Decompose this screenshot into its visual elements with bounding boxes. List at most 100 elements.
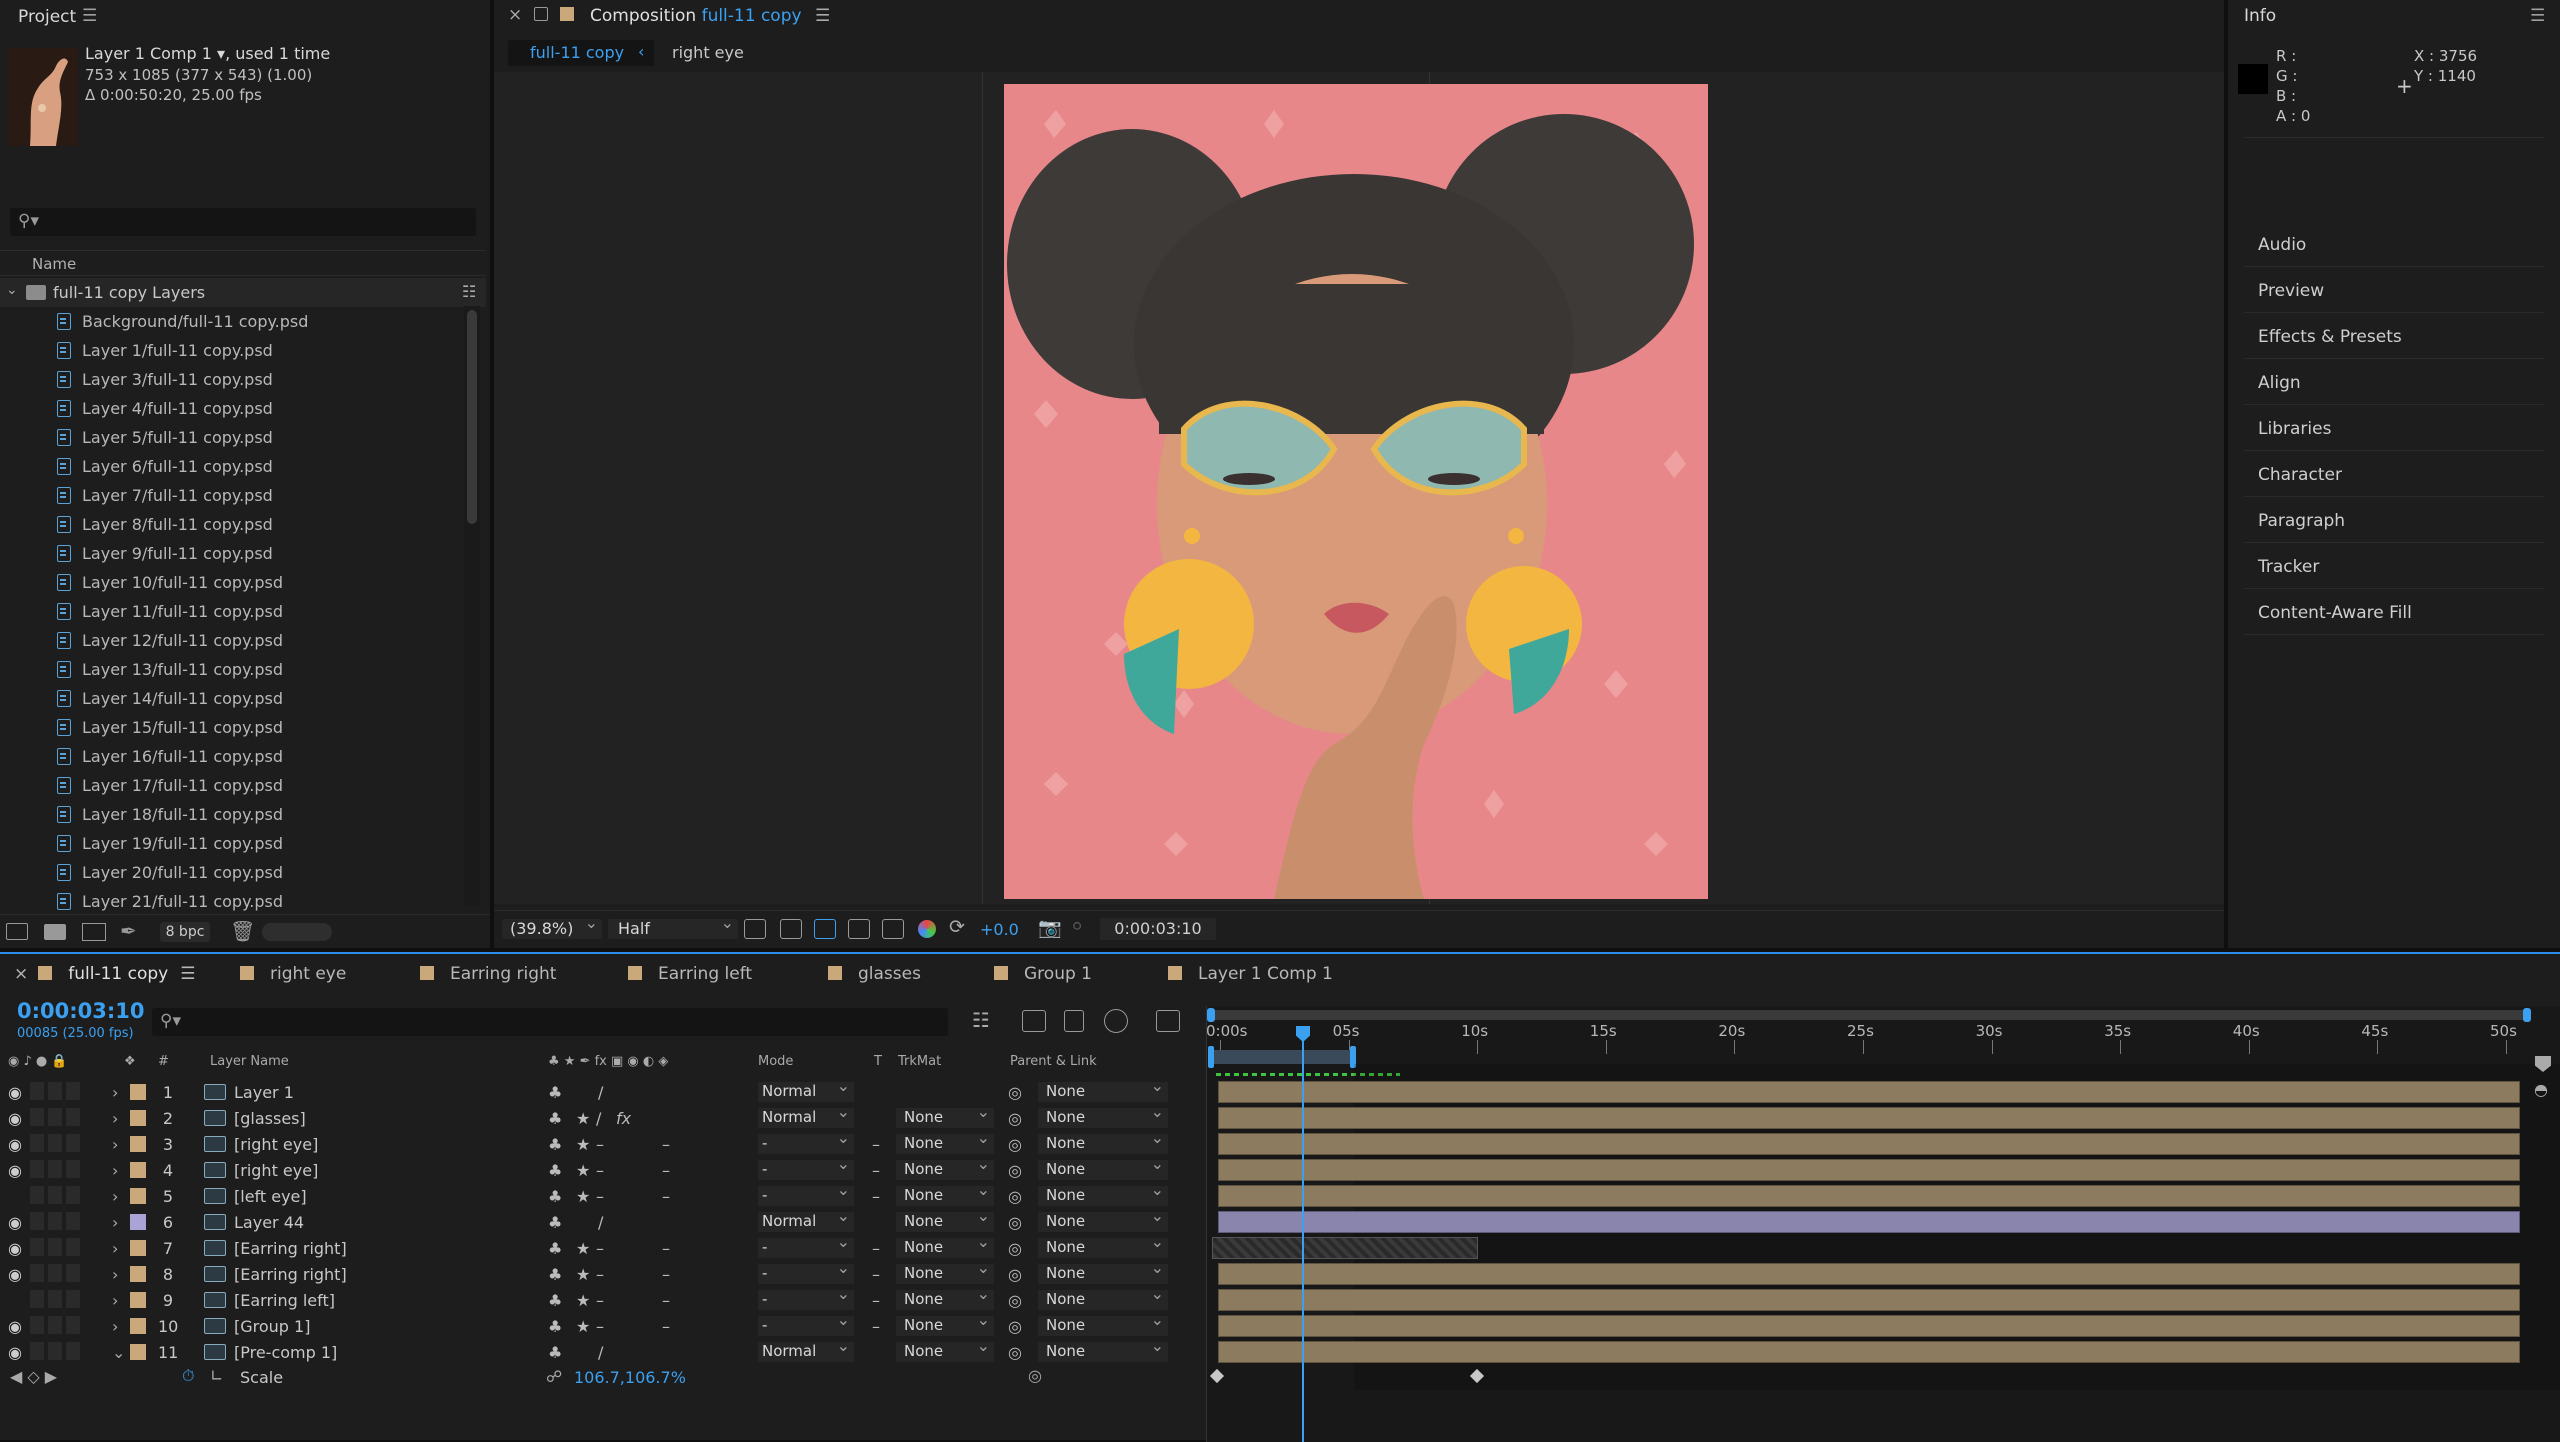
comp-name[interactable]: full-11 copy xyxy=(702,6,802,26)
mode-dropdown[interactable]: - xyxy=(758,1310,854,1336)
lock-switch[interactable] xyxy=(66,1160,80,1178)
visibility-eye-icon[interactable]: ◉ xyxy=(8,1343,22,1362)
adjustment-switch-icon[interactable]: – xyxy=(662,1161,670,1180)
layer-label-color[interactable] xyxy=(130,1084,146,1100)
work-area-bar[interactable] xyxy=(1208,1046,1356,1068)
audio-switch[interactable] xyxy=(30,1212,44,1230)
chevron-right-icon[interactable]: › xyxy=(112,1083,118,1102)
audio-switch[interactable] xyxy=(30,1290,44,1308)
project-file-item[interactable]: Layer 15/full-11 copy.psd xyxy=(0,713,462,742)
chevron-right-icon[interactable]: › xyxy=(112,1213,118,1232)
layer-name[interactable]: [right eye] xyxy=(234,1161,318,1180)
layer-label-color[interactable] xyxy=(130,1214,146,1230)
trkmat-dropdown[interactable]: None xyxy=(896,1232,994,1258)
visibility-eye-icon[interactable]: ◉ xyxy=(8,1317,22,1336)
lock-switch[interactable] xyxy=(66,1108,80,1126)
chevron-right-icon[interactable]: › xyxy=(112,1239,118,1258)
quality-slash-icon[interactable]: / xyxy=(598,1083,603,1102)
quality-switch-icon[interactable]: – xyxy=(596,1239,604,1258)
pickwhip-icon[interactable]: ◎ xyxy=(1008,1161,1022,1180)
layer-duration-bar[interactable] xyxy=(1218,1159,2520,1181)
audio-switch[interactable] xyxy=(30,1316,44,1334)
col-name[interactable]: Name xyxy=(32,255,76,273)
collapse-switch-icon[interactable]: ★ xyxy=(576,1109,590,1128)
project-file-item[interactable]: Layer 11/full-11 copy.psd xyxy=(0,597,462,626)
visibility-eye-icon[interactable]: ◉ xyxy=(8,1083,22,1102)
project-file-item[interactable]: Layer 7/full-11 copy.psd xyxy=(0,481,462,510)
trkmat-dropdown[interactable]: None xyxy=(896,1206,994,1232)
project-file-item[interactable]: Layer 5/full-11 copy.psd xyxy=(0,423,462,452)
trkmat-dropdown[interactable]: None xyxy=(896,1154,994,1180)
layer-duration-bar[interactable] xyxy=(1218,1315,2520,1337)
layer-row[interactable]: ◉ › 1 Layer 1 ♣ / Normal ◎ None xyxy=(0,1076,1200,1105)
panel-item-paragraph[interactable]: Paragraph xyxy=(2244,498,2544,543)
layer-duration-bar[interactable] xyxy=(1218,1341,2520,1363)
shy-switch-icon[interactable]: ♣ xyxy=(548,1291,562,1310)
chevron-right-icon[interactable]: › xyxy=(112,1135,118,1154)
layer-row[interactable]: ◉ › 6 Layer 44 ♣ / Normal None ◎ None xyxy=(0,1206,1200,1235)
adjustment-switch-icon[interactable]: – xyxy=(662,1239,670,1258)
quality-switch-icon[interactable]: – xyxy=(596,1317,604,1336)
motion-blur-icon[interactable] xyxy=(1104,1009,1128,1033)
project-file-item[interactable]: Layer 6/full-11 copy.psd xyxy=(0,452,462,481)
project-file-item[interactable]: Layer 13/full-11 copy.psd xyxy=(0,655,462,684)
solo-switch[interactable] xyxy=(48,1134,62,1152)
col-layer-name[interactable]: Layer Name xyxy=(210,1054,289,1069)
project-file-item[interactable]: Background/full-11 copy.psd xyxy=(0,307,462,336)
layer-label-color[interactable] xyxy=(130,1318,146,1334)
panel-item-align[interactable]: Align xyxy=(2244,360,2544,405)
audio-switch[interactable] xyxy=(30,1186,44,1204)
layer-name[interactable]: [Group 1] xyxy=(234,1317,310,1336)
solo-switch[interactable] xyxy=(48,1238,62,1256)
parent-dropdown[interactable]: None xyxy=(1038,1102,1168,1128)
layer-duration-bar[interactable] xyxy=(1218,1263,2520,1285)
pickwhip-icon[interactable]: ◎ xyxy=(1008,1343,1022,1362)
solo-switch[interactable] xyxy=(48,1108,62,1126)
parent-dropdown[interactable]: None xyxy=(1038,1206,1168,1232)
quality-switch-icon[interactable]: – xyxy=(596,1291,604,1310)
collapse-switch-icon[interactable]: ★ xyxy=(576,1135,590,1154)
layer-label-color[interactable] xyxy=(130,1240,146,1256)
layer-row[interactable]: ◉›4[right eye]♣★––-–None◎None xyxy=(0,1154,1200,1183)
trkmat-dropdown[interactable]: None xyxy=(896,1180,994,1206)
layer-duration-bar[interactable] xyxy=(1218,1211,2520,1233)
trkmat-dropdown[interactable]: None xyxy=(896,1284,994,1310)
trkmat-dropdown[interactable]: None xyxy=(896,1128,994,1154)
viewer-timecode[interactable]: 0:00:03:10 xyxy=(1100,918,1216,940)
scale-value[interactable]: 106.7,106.7% xyxy=(574,1368,686,1387)
region-of-interest-icon[interactable] xyxy=(848,919,870,939)
pickwhip-icon[interactable]: ◎ xyxy=(1008,1109,1022,1128)
quality-switch-icon[interactable]: – xyxy=(596,1135,604,1154)
layer-row[interactable]: ◉›7[Earring right]♣★––-–None◎None xyxy=(0,1232,1200,1261)
lock-switch[interactable] xyxy=(66,1134,80,1152)
panel-item-tracker[interactable]: Tracker xyxy=(2244,544,2544,589)
layer-row[interactable]: ◉›10[Group 1]♣★––-–None◎None xyxy=(0,1310,1200,1339)
project-file-item[interactable]: Layer 17/full-11 copy.psd xyxy=(0,771,462,800)
layer-duration-bar[interactable] xyxy=(1218,1185,2520,1207)
chevron-down-icon[interactable]: ⌄ xyxy=(112,1343,125,1362)
frame-blending-icon[interactable] xyxy=(1064,1010,1084,1032)
mode-dropdown[interactable]: Normal xyxy=(758,1336,854,1362)
project-file-item[interactable]: Layer 8/full-11 copy.psd xyxy=(0,510,462,539)
solo-switch[interactable] xyxy=(48,1290,62,1308)
timeline-tab[interactable]: glasses xyxy=(828,964,921,984)
collapse-switch-icon[interactable]: ★ xyxy=(576,1161,590,1180)
mode-dropdown[interactable]: Normal xyxy=(758,1102,854,1128)
audio-switch[interactable] xyxy=(30,1134,44,1152)
quality-switch-icon[interactable]: – xyxy=(596,1161,604,1180)
lock-switch[interactable] xyxy=(66,1316,80,1334)
exposure-value[interactable]: +0.0 xyxy=(980,920,1019,939)
flowchart-icon[interactable]: ☷ xyxy=(462,282,476,301)
mode-dropdown[interactable]: Normal xyxy=(758,1206,854,1232)
shy-switch-icon[interactable]: ♣ xyxy=(548,1239,562,1258)
chevron-right-icon[interactable]: › xyxy=(112,1109,118,1128)
project-scrollbar[interactable] xyxy=(464,306,480,906)
project-file-item[interactable]: Layer 18/full-11 copy.psd xyxy=(0,800,462,829)
collapse-switch-icon[interactable]: ★ xyxy=(576,1239,590,1258)
chevron-right-icon[interactable]: › xyxy=(112,1317,118,1336)
mode-dropdown[interactable]: - xyxy=(758,1154,854,1180)
scroll-thumb[interactable] xyxy=(467,310,477,524)
new-comp-icon[interactable] xyxy=(82,923,106,941)
time-navigator[interactable] xyxy=(1207,1008,2531,1022)
solo-switch[interactable] xyxy=(48,1186,62,1204)
